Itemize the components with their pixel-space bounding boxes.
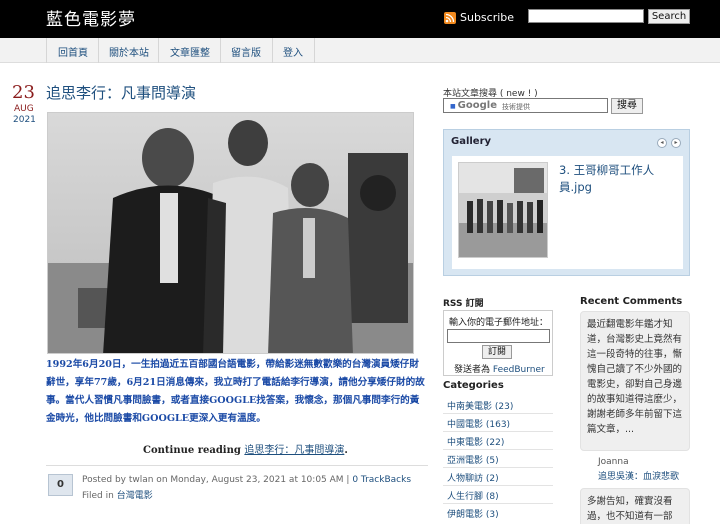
gallery-caption-link[interactable]: 3. 王哥柳哥工作人員.jpg — [559, 162, 677, 196]
category-item[interactable]: 伊朗電影 (3) — [447, 507, 499, 520]
rss-email-prompt: 輸入你的電子郵件地址： — [449, 318, 549, 328]
nav-divider — [220, 38, 221, 63]
category-item[interactable]: 中南美電影 (23) — [447, 399, 513, 412]
post-title[interactable]: 追思李行：凡事問導演 — [46, 82, 196, 103]
nav-divider — [314, 38, 315, 63]
recent-comment-post-link[interactable]: 追思吳漢：血淚悲歌 — [598, 469, 679, 482]
gallery-widget: Gallery ◂ ▸ 3. 王哥柳哥工作人員.jpg — [443, 129, 690, 276]
category-item[interactable]: 中東電影 (22) — [447, 435, 504, 448]
category-item[interactable]: 中國電影 (163) — [447, 417, 510, 430]
google-powered-label: 技術提供 — [502, 103, 530, 111]
nav-divider — [272, 38, 273, 63]
category-divider — [443, 503, 553, 504]
post-photo — [47, 112, 414, 354]
post-date-year: 2021 — [13, 115, 36, 125]
category-divider — [443, 467, 553, 468]
continue-reading-prefix: Continue reading — [143, 445, 241, 456]
gallery-title: Gallery — [451, 136, 492, 147]
trackbacks-link[interactable]: 0 TrackBacks — [352, 475, 411, 485]
rss-heading: RSS 訂閱 — [443, 299, 484, 309]
comment-count-badge[interactable]: 0 — [48, 474, 73, 496]
gallery-item: 3. 王哥柳哥工作人員.jpg — [452, 156, 683, 269]
post-date-day: 23 — [12, 82, 35, 103]
nav-divider — [46, 38, 47, 63]
post-meta-filed-in: Filed in 台灣電影 — [82, 488, 153, 501]
site-search-input[interactable] — [528, 9, 644, 23]
category-divider — [443, 485, 553, 486]
rss-powered-prefix: 發送者為 — [454, 365, 491, 375]
nav-item-guestbook[interactable]: 留言版 — [231, 44, 261, 59]
nav-item-about[interactable]: 關於本站 — [109, 44, 149, 59]
google-logo-text: Google — [457, 100, 497, 111]
gallery-prev-icon[interactable]: ◂ — [657, 138, 667, 148]
categories-heading: Categories — [443, 380, 504, 391]
category-item[interactable]: 人物聊訪 (2) — [447, 471, 499, 484]
group-photo-thumbnail — [459, 163, 547, 257]
recent-comments-heading: Recent Comments — [580, 296, 683, 307]
posted-by-text: Posted by twlan on Monday, August 23, 20… — [82, 475, 350, 485]
google-search-button[interactable]: 搜尋 — [611, 98, 643, 114]
post-date-month: AUG — [14, 104, 34, 114]
nav-item-archives[interactable]: 文章匯整 — [170, 44, 210, 59]
recent-comment-text: 多謝告知，確實沒看過，也不知道有一部 — [580, 488, 690, 524]
site-title[interactable]: 藍色電影夢 — [46, 5, 136, 30]
filed-in-label: Filed in — [82, 491, 114, 501]
recent-comment-text: 最近翻電影年鑑才知道，台灣影史上竟然有這一段奇特的往事，慚愧自己讀了不少外國的電… — [580, 311, 690, 451]
subscribe-link[interactable]: Subscribe — [460, 11, 514, 24]
post-meta-posted-by: Posted by twlan on Monday, August 23, 20… — [82, 475, 411, 485]
category-divider — [443, 449, 553, 450]
nav-divider — [98, 38, 99, 63]
category-divider — [443, 431, 553, 432]
rss-feed-icon[interactable] — [444, 12, 456, 24]
site-header: 藍色電影夢 Subscribe Search — [0, 0, 720, 38]
google-logo: ■ Google — [450, 100, 497, 111]
post-divider — [46, 465, 428, 466]
post-category-link[interactable]: 台灣電影 — [117, 491, 153, 501]
feedburner-link[interactable]: FeedBurner — [493, 365, 545, 375]
black-white-photo — [48, 113, 413, 353]
nav-item-login[interactable]: 登入 — [283, 44, 303, 59]
recent-comment-author: Joanna — [598, 457, 629, 467]
rss-email-field[interactable] — [447, 329, 550, 343]
gallery-next-icon[interactable]: ▸ — [671, 138, 681, 148]
continue-reading: Continue reading 追思李行：凡事問導演. — [143, 445, 348, 456]
continue-reading-link[interactable]: 追思李行：凡事問導演 — [244, 445, 344, 456]
category-item[interactable]: 亞洲電影 (5) — [447, 453, 499, 466]
main-nav: 回首頁 關於本站 文章匯整 留言版 登入 — [0, 38, 720, 63]
post-excerpt: 1992年6月20日，一生拍過近五百部國台語電影，帶給影迷無數歡樂的台灣演員矮仔… — [46, 359, 425, 424]
nav-item-home[interactable]: 回首頁 — [58, 44, 88, 59]
rss-subscribe-button[interactable]: 訂閱 — [482, 345, 512, 359]
category-item[interactable]: 人生行腳 (8) — [447, 489, 499, 502]
rss-powered-by: 發送者為 FeedBurner — [454, 362, 545, 375]
rss-subscribe-form: 輸入你的電子郵件地址： 訂閱 發送者為 FeedBurner — [443, 310, 553, 376]
site-search-button[interactable]: Search — [648, 9, 690, 24]
google-search-input[interactable]: ■ Google 技術提供 — [443, 98, 608, 113]
category-divider — [443, 413, 553, 414]
gallery-thumbnail[interactable] — [458, 162, 548, 258]
nav-divider — [158, 38, 159, 63]
